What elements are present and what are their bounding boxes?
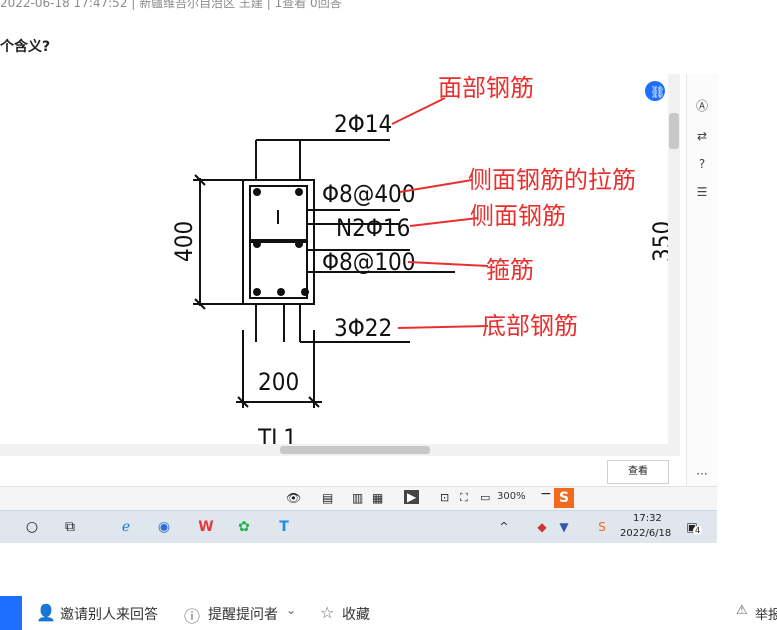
dimension-width: 200 [258,368,299,396]
single-page-icon[interactable]: ▥ [352,491,363,505]
translate-icon[interactable]: Ⓐ [692,96,712,116]
right-toolbar: Ⓐ ⇄ ? ☰ ··· [686,74,718,494]
clock-time[interactable]: 17:32 [633,513,662,524]
settings-icon[interactable]: ☰ [692,182,712,202]
play-icon[interactable]: ▶ [404,490,420,504]
user-icon: 👤 [36,603,56,622]
annotation-side: 侧面钢筋 [470,202,566,230]
wechat-icon[interactable]: ✿ [232,515,256,539]
horizontal-scrollbar-thumb[interactable] [280,446,430,454]
fit-icon[interactable]: ⛶ [460,491,468,505]
shield-icon[interactable]: ▼ [552,515,576,539]
clock-date[interactable]: 2022/6/18 [620,528,671,539]
more-icon[interactable]: ··· [692,464,712,484]
rebar-label-side: N2Φ16 [336,214,410,242]
actual-size-icon[interactable]: ⊡ [440,491,449,504]
rebar-label-stirrup: Φ8@100 [322,248,416,276]
warning-icon: ⚠ [736,603,748,618]
search-icon[interactable]: ○ [20,515,44,539]
rebar-label-tie: Φ8@400 [322,180,416,208]
annotation-bottom: 底部钢筋 [482,312,578,340]
viewer-statusbar: 👁 ▤ ▥ ▦ ▶ ⊡ ⛶ ▭ [0,486,717,511]
convert-icon[interactable]: ⇄ [692,126,712,146]
rebar-label-top: 2Φ14 [334,110,392,138]
page-icon[interactable]: ▤ [322,491,333,505]
vertical-scrollbar-thumb[interactable] [669,113,679,149]
edge-icon[interactable]: ◉ [152,515,176,539]
notification-count: 4 [693,526,703,535]
double-page-icon[interactable]: ▦ [372,491,383,505]
chevron-down-icon[interactable]: ⌄ [286,603,296,617]
task-view-icon[interactable]: ⧉ [58,515,82,539]
collect-link[interactable]: 收藏 [342,604,370,624]
annotation-tie: 侧面钢筋的拉筋 [468,166,636,194]
ime-tray-icon[interactable]: S [590,515,614,539]
rebar-label-bottom: 3Φ22 [334,314,392,342]
question-meta: 2022-06-18 17:47:52 | 新疆维吾尔自治区 王建 | 1查看 … [0,0,342,10]
ie-icon[interactable]: ℯ [114,515,138,539]
star-icon: ☆ [320,603,335,622]
view-button[interactable]: 查看 [607,460,669,484]
report-link[interactable]: 举报 [755,604,777,623]
question-title: 个含义? [0,39,51,55]
zoom-out-icon[interactable]: − [540,486,552,502]
cad-drawing: 2Φ14 Φ8@400 N2Φ16 Φ8@100 3Φ22 200 TL1 40… [170,74,676,452]
annotation-top: 面部钢筋 [438,74,534,102]
annotation-stirrup: 箍筋 [486,256,534,284]
invite-link[interactable]: 邀请别人来回答 [60,604,158,624]
fit-width-icon[interactable]: ▭ [480,491,490,504]
wps-icon[interactable]: W [194,515,218,539]
tim-icon[interactable]: T [272,515,296,539]
answer-button[interactable] [0,596,22,630]
link-icon[interactable]: ⛓ [650,85,665,99]
remind-link[interactable]: 提醒提问者 [208,604,278,624]
tray-chevron-icon[interactable]: ^ [492,515,516,539]
windows-taskbar: ○ ⧉ ℯ ◉ W ✿ T ^ ◆ ▼ S ▣ [0,510,717,543]
eye-icon[interactable]: 👁 [286,491,301,505]
dimension-height: 400 [170,221,198,262]
help-icon[interactable]: ? [692,154,712,174]
sogou-ime-icon[interactable]: S [554,488,574,508]
info-icon: ⓘ [184,607,201,626]
zoom-level[interactable]: 300% [497,491,526,502]
security-icon[interactable]: ◆ [530,515,554,539]
